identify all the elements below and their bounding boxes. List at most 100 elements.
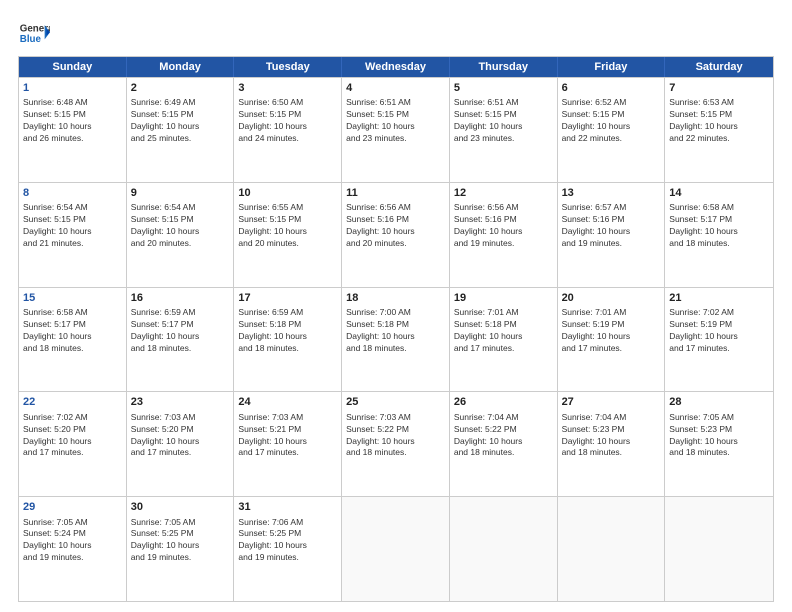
- day-info-line: Daylight: 10 hours: [131, 121, 230, 133]
- day-cell-4: 4Sunrise: 6:51 AMSunset: 5:15 PMDaylight…: [342, 78, 450, 182]
- day-info-line: and 22 minutes.: [669, 133, 769, 145]
- day-cell-21: 21Sunrise: 7:02 AMSunset: 5:19 PMDayligh…: [665, 288, 773, 392]
- day-cell-28: 28Sunrise: 7:05 AMSunset: 5:23 PMDayligh…: [665, 392, 773, 496]
- day-cell-16: 16Sunrise: 6:59 AMSunset: 5:17 PMDayligh…: [127, 288, 235, 392]
- calendar-row-1: 8Sunrise: 6:54 AMSunset: 5:15 PMDaylight…: [19, 182, 773, 287]
- day-info-line: Sunrise: 7:01 AM: [454, 307, 553, 319]
- day-number: 31: [238, 500, 337, 515]
- day-cell-6: 6Sunrise: 6:52 AMSunset: 5:15 PMDaylight…: [558, 78, 666, 182]
- day-cell-20: 20Sunrise: 7:01 AMSunset: 5:19 PMDayligh…: [558, 288, 666, 392]
- day-info-line: and 19 minutes.: [238, 552, 337, 564]
- day-info-line: Sunrise: 7:04 AM: [562, 412, 661, 424]
- day-info-line: Sunset: 5:15 PM: [23, 214, 122, 226]
- day-info-line: Sunrise: 6:48 AM: [23, 97, 122, 109]
- empty-cell: [665, 497, 773, 601]
- day-info-line: Sunset: 5:15 PM: [238, 109, 337, 121]
- day-number: 28: [669, 395, 769, 410]
- empty-cell: [558, 497, 666, 601]
- day-info-line: Daylight: 10 hours: [454, 121, 553, 133]
- day-info-line: Daylight: 10 hours: [562, 121, 661, 133]
- day-info-line: Daylight: 10 hours: [131, 540, 230, 552]
- day-number: 3: [238, 81, 337, 96]
- day-info-line: Daylight: 10 hours: [669, 436, 769, 448]
- day-info-line: Daylight: 10 hours: [131, 226, 230, 238]
- day-info-line: Sunset: 5:17 PM: [23, 319, 122, 331]
- day-info-line: and 18 minutes.: [562, 447, 661, 459]
- day-info-line: and 17 minutes.: [131, 447, 230, 459]
- day-cell-11: 11Sunrise: 6:56 AMSunset: 5:16 PMDayligh…: [342, 183, 450, 287]
- day-info-line: and 19 minutes.: [562, 238, 661, 250]
- day-info-line: Daylight: 10 hours: [669, 331, 769, 343]
- day-info-line: Sunrise: 7:02 AM: [23, 412, 122, 424]
- day-number: 19: [454, 291, 553, 306]
- day-cell-31: 31Sunrise: 7:06 AMSunset: 5:25 PMDayligh…: [234, 497, 342, 601]
- day-info-line: Sunset: 5:20 PM: [23, 424, 122, 436]
- day-cell-5: 5Sunrise: 6:51 AMSunset: 5:15 PMDaylight…: [450, 78, 558, 182]
- day-number: 22: [23, 395, 122, 410]
- day-info-line: and 18 minutes.: [23, 343, 122, 355]
- day-info-line: Sunset: 5:15 PM: [454, 109, 553, 121]
- day-info-line: Sunrise: 6:51 AM: [454, 97, 553, 109]
- day-info-line: Sunrise: 7:01 AM: [562, 307, 661, 319]
- day-cell-22: 22Sunrise: 7:02 AMSunset: 5:20 PMDayligh…: [19, 392, 127, 496]
- day-info-line: Sunrise: 6:58 AM: [669, 202, 769, 214]
- day-info-line: Daylight: 10 hours: [238, 436, 337, 448]
- day-info-line: and 23 minutes.: [346, 133, 445, 145]
- day-info-line: Daylight: 10 hours: [562, 436, 661, 448]
- day-info-line: Sunrise: 6:59 AM: [131, 307, 230, 319]
- day-number: 23: [131, 395, 230, 410]
- day-number: 29: [23, 500, 122, 515]
- day-cell-3: 3Sunrise: 6:50 AMSunset: 5:15 PMDaylight…: [234, 78, 342, 182]
- day-cell-10: 10Sunrise: 6:55 AMSunset: 5:15 PMDayligh…: [234, 183, 342, 287]
- day-cell-14: 14Sunrise: 6:58 AMSunset: 5:17 PMDayligh…: [665, 183, 773, 287]
- day-cell-8: 8Sunrise: 6:54 AMSunset: 5:15 PMDaylight…: [19, 183, 127, 287]
- day-info-line: Sunrise: 6:54 AM: [131, 202, 230, 214]
- day-info-line: Sunrise: 6:58 AM: [23, 307, 122, 319]
- day-cell-2: 2Sunrise: 6:49 AMSunset: 5:15 PMDaylight…: [127, 78, 235, 182]
- day-number: 13: [562, 186, 661, 201]
- day-number: 18: [346, 291, 445, 306]
- day-info-line: and 17 minutes.: [454, 343, 553, 355]
- day-number: 10: [238, 186, 337, 201]
- day-cell-9: 9Sunrise: 6:54 AMSunset: 5:15 PMDaylight…: [127, 183, 235, 287]
- day-cell-17: 17Sunrise: 6:59 AMSunset: 5:18 PMDayligh…: [234, 288, 342, 392]
- day-info-line: Sunset: 5:16 PM: [562, 214, 661, 226]
- header-day-wednesday: Wednesday: [342, 57, 450, 77]
- day-info-line: Sunset: 5:16 PM: [454, 214, 553, 226]
- day-info-line: and 17 minutes.: [23, 447, 122, 459]
- day-info-line: Sunrise: 7:04 AM: [454, 412, 553, 424]
- day-info-line: Daylight: 10 hours: [23, 331, 122, 343]
- day-info-line: and 22 minutes.: [562, 133, 661, 145]
- day-cell-29: 29Sunrise: 7:05 AMSunset: 5:24 PMDayligh…: [19, 497, 127, 601]
- day-info-line: Sunset: 5:25 PM: [131, 528, 230, 540]
- day-cell-12: 12Sunrise: 6:56 AMSunset: 5:16 PMDayligh…: [450, 183, 558, 287]
- day-info-line: and 18 minutes.: [346, 447, 445, 459]
- day-info-line: and 18 minutes.: [669, 238, 769, 250]
- day-info-line: Sunset: 5:16 PM: [346, 214, 445, 226]
- header-day-tuesday: Tuesday: [234, 57, 342, 77]
- day-info-line: Daylight: 10 hours: [23, 540, 122, 552]
- svg-text:Blue: Blue: [20, 34, 42, 45]
- day-info-line: Sunset: 5:17 PM: [669, 214, 769, 226]
- day-info-line: Sunrise: 7:05 AM: [131, 517, 230, 529]
- day-info-line: and 26 minutes.: [23, 133, 122, 145]
- day-info-line: and 20 minutes.: [346, 238, 445, 250]
- calendar: SundayMondayTuesdayWednesdayThursdayFrid…: [18, 56, 774, 602]
- header-day-sunday: Sunday: [19, 57, 127, 77]
- day-info-line: and 18 minutes.: [669, 447, 769, 459]
- day-info-line: Sunset: 5:18 PM: [346, 319, 445, 331]
- day-info-line: Sunrise: 6:55 AM: [238, 202, 337, 214]
- day-info-line: Daylight: 10 hours: [23, 121, 122, 133]
- day-number: 1: [23, 81, 122, 96]
- day-info-line: Sunset: 5:18 PM: [454, 319, 553, 331]
- day-info-line: Daylight: 10 hours: [346, 226, 445, 238]
- day-cell-19: 19Sunrise: 7:01 AMSunset: 5:18 PMDayligh…: [450, 288, 558, 392]
- day-info-line: Sunset: 5:22 PM: [346, 424, 445, 436]
- day-info-line: Daylight: 10 hours: [669, 121, 769, 133]
- day-info-line: and 17 minutes.: [669, 343, 769, 355]
- day-number: 15: [23, 291, 122, 306]
- day-info-line: Sunset: 5:20 PM: [131, 424, 230, 436]
- day-number: 4: [346, 81, 445, 96]
- logo: General Blue: [18, 18, 54, 50]
- day-info-line: Sunset: 5:15 PM: [23, 109, 122, 121]
